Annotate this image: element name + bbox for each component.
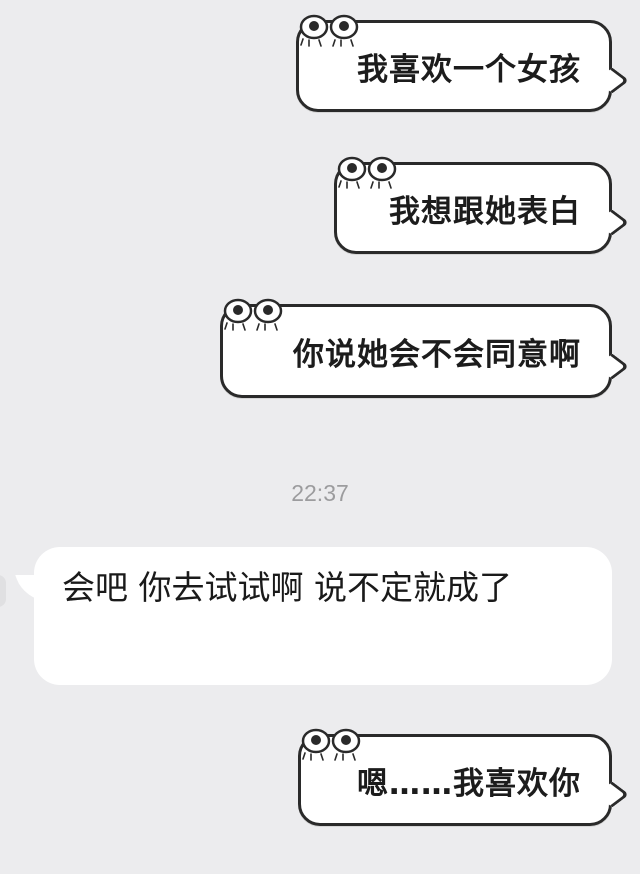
googly-eyes-icon	[223, 298, 283, 331]
received-message-bubble[interactable]: 会吧 你去试试啊 说不定就成了	[15, 547, 612, 685]
chat-thread: 我喜欢一个女孩 我想跟她表白 你说她会不会同意啊 22:37 会吧 你去试试啊 …	[0, 0, 640, 874]
sent-message-bubble[interactable]: 你说她会不会同意啊	[220, 298, 630, 398]
googly-eyes-icon	[337, 156, 397, 189]
sent-message-bubble[interactable]: 嗯……我喜欢你	[298, 728, 630, 826]
message-text: 你说她会不会同意啊	[293, 336, 581, 373]
bubble-tail	[15, 575, 51, 601]
bubble-tail	[595, 67, 630, 94]
bubble-tail	[595, 209, 630, 236]
message-text: 我喜欢一个女孩	[357, 51, 581, 88]
sent-message-bubble[interactable]: 我想跟她表白	[334, 156, 630, 254]
sent-message-bubble[interactable]: 我喜欢一个女孩	[296, 14, 630, 112]
message-text: 会吧 你去试试啊 说不定就成了	[62, 568, 512, 607]
bubble-tail	[595, 781, 630, 808]
avatar[interactable]	[0, 575, 6, 607]
message-timestamp: 22:37	[291, 480, 349, 506]
googly-eyes-icon	[299, 14, 359, 47]
googly-eyes-icon	[301, 728, 361, 761]
message-text: 嗯……我喜欢你	[357, 765, 581, 802]
message-text: 我想跟她表白	[389, 193, 581, 230]
bubble-tail	[595, 353, 630, 380]
